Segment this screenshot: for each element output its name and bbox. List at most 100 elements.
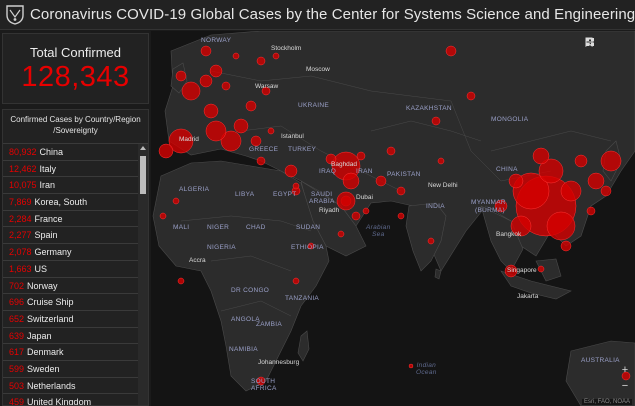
label-dubai: Dubai	[356, 194, 373, 201]
list-item[interactable]: 503 Netherlands	[3, 378, 139, 395]
label-mongolia: MONGOLIA	[491, 116, 529, 123]
list-item[interactable]: 599 Sweden	[3, 361, 139, 378]
case-bubble	[267, 127, 275, 135]
case-count: 12,462	[9, 163, 37, 174]
list-item[interactable]: 10,075 Iran	[3, 177, 139, 195]
case-bubble	[560, 180, 582, 202]
list-item[interactable]: 702 Norway	[3, 278, 139, 295]
label-zambia: ZAMBIA	[256, 321, 282, 328]
case-bubble	[375, 175, 387, 187]
country-name: Denmark	[27, 347, 64, 358]
case-bubble	[245, 100, 257, 112]
case-bubble	[209, 64, 223, 78]
case-bubble	[600, 150, 622, 172]
country-name: Korea, South	[34, 197, 88, 208]
list-item[interactable]: 2,078 Germany	[3, 244, 139, 261]
grid-icon[interactable]	[586, 37, 631, 47]
zoom-out-button[interactable]: −	[619, 380, 631, 392]
list-item[interactable]: 1,663 US	[3, 261, 139, 278]
label-india: INDIA	[426, 203, 445, 210]
country-name: China	[39, 147, 64, 157]
list-icon[interactable]	[586, 37, 613, 47]
label-warsaw: Warsaw	[255, 83, 279, 90]
label-singapore: Singapore	[507, 267, 537, 274]
list-item[interactable]: 639 Japan	[3, 328, 139, 345]
sea-name: Indian Ocean	[416, 362, 437, 376]
case-bubble	[159, 212, 167, 220]
list-item[interactable]: 80,932 China	[3, 144, 139, 161]
madagascar-landmass	[297, 330, 310, 362]
scroll-up-arrow-icon[interactable]	[140, 146, 146, 150]
case-bubble	[396, 186, 406, 196]
country-name: France	[34, 213, 63, 224]
country-name: Cruise Ship	[27, 297, 74, 308]
list-item[interactable]: 7,869 Korea, South	[3, 194, 139, 211]
label-iran: IRAN	[356, 168, 373, 175]
case-bubble	[181, 81, 201, 101]
case-bubble	[560, 240, 572, 252]
case-bubble	[445, 45, 457, 57]
label-norway: NORWAY	[201, 37, 232, 44]
label-arabian-sea: Arabian Sea	[366, 224, 391, 238]
label-egypt: EGYPT	[273, 191, 297, 198]
case-count: 599	[9, 363, 25, 374]
case-bubble	[362, 207, 370, 215]
label-riyadh: Riyadh	[319, 207, 340, 214]
case-bubble	[292, 277, 300, 285]
case-count: 652	[9, 313, 25, 324]
total-confirmed-label: Total Confirmed	[29, 45, 122, 60]
zoom-in-button[interactable]: +	[619, 364, 631, 376]
case-bubble	[175, 70, 187, 82]
country-name: Sweden	[27, 363, 60, 374]
case-count: 696	[9, 297, 25, 308]
case-count: 459	[9, 397, 25, 406]
srilanka-landmass	[434, 268, 442, 280]
country-name: SOUTH AFRICA	[251, 378, 277, 392]
case-bubble	[427, 237, 435, 245]
country-name: Italy	[39, 163, 57, 174]
list-item[interactable]: 696 Cruise Ship	[3, 294, 139, 311]
case-bubble	[537, 265, 545, 273]
world-map[interactable]: NORWAY Stockholm Moscow Warsaw UKRAINE K…	[151, 31, 635, 406]
case-count: 80,932	[9, 147, 37, 157]
scroll-thumb[interactable]	[140, 156, 146, 194]
label-tanzania: TANZANIA	[285, 295, 320, 302]
label-madrid: Madrid	[179, 136, 199, 143]
header-bar: Coronavirus COVID-19 Global Cases by the…	[0, 0, 635, 30]
case-bubble	[342, 172, 360, 190]
left-panel: Total Confirmed 128,343 Confirmed Cases …	[0, 31, 149, 406]
case-count: 10,075	[9, 180, 37, 191]
list-scrollbar[interactable]	[138, 144, 148, 405]
label-johannesburg: Johannesburg	[258, 359, 300, 366]
page-title: Coronavirus COVID-19 Global Cases by the…	[30, 6, 635, 23]
list-item[interactable]: 2,284 France	[3, 211, 139, 228]
list-item[interactable]: 459 United Kingdom	[3, 394, 139, 406]
sea-name: Arabian Sea	[366, 224, 391, 238]
case-count: 639	[9, 330, 25, 341]
map-attribution: Esri, FAO, NOAA	[581, 399, 632, 405]
dashboard: Coronavirus COVID-19 Global Cases by the…	[0, 0, 635, 406]
list-item[interactable]: 2,277 Spain	[3, 227, 139, 245]
case-bubble	[292, 182, 300, 190]
case-count: 2,277	[9, 230, 32, 241]
list-item[interactable]: 652 Switzerland	[3, 311, 139, 328]
label-accra: Accra	[189, 257, 206, 264]
list-item[interactable]: 617 Denmark	[3, 344, 139, 361]
case-bubble	[221, 81, 231, 91]
country-list[interactable]: 80,932 China 12,462 Italy 10,075 Iran 7,869…	[3, 144, 139, 406]
label-iraq: IRAQ	[319, 168, 337, 175]
case-count: 503	[9, 380, 25, 391]
label-ethiopia: ETHIOPIA	[291, 244, 324, 251]
label-kazakhstan: KAZAKHSTAN	[406, 105, 452, 112]
label-moscow: Moscow	[306, 66, 330, 73]
label-pakistan: PAKISTAN	[387, 171, 421, 178]
map-canvas	[152, 31, 635, 406]
label-arabia: ARABIA	[309, 198, 335, 205]
case-bubble	[284, 164, 298, 178]
list-item[interactable]: 12,462 Italy	[3, 161, 139, 178]
country-name: Switzerland	[27, 313, 74, 324]
label-jakarta: Jakarta	[517, 293, 539, 300]
label-dr-congo: DR CONGO	[231, 287, 270, 294]
map-toolbar	[585, 37, 631, 47]
label-greece: GREECE	[249, 146, 279, 153]
